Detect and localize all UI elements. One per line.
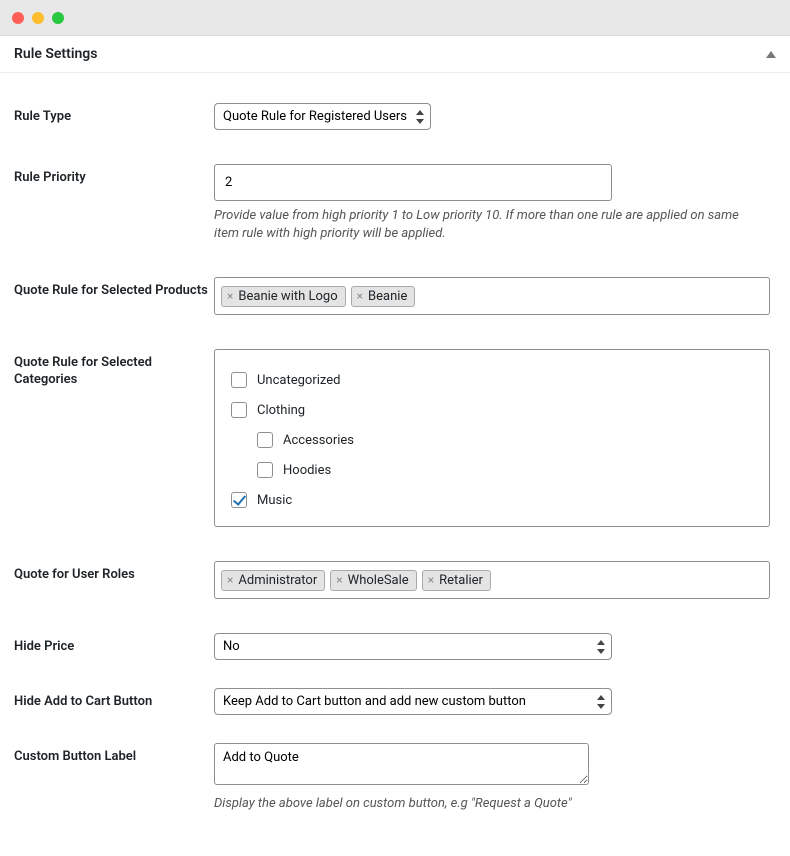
input-rule-priority[interactable]: [214, 164, 612, 201]
label-hide-add-to-cart: Hide Add to Cart Button: [14, 688, 214, 711]
category-item: Accessories: [257, 432, 753, 448]
tag-label: WholeSale: [348, 573, 409, 588]
panel-title: Rule Settings: [14, 46, 97, 62]
checkbox-category[interactable]: [231, 402, 247, 418]
category-label: Uncategorized: [257, 373, 340, 388]
minimize-window-button[interactable]: [32, 12, 44, 24]
tag-role[interactable]: × Retalier: [422, 570, 491, 591]
collapse-toggle-icon[interactable]: [766, 51, 776, 58]
label-rule-priority: Rule Priority: [14, 164, 214, 187]
close-window-button[interactable]: [12, 12, 24, 24]
category-item: Music: [231, 492, 753, 508]
remove-tag-icon[interactable]: ×: [428, 574, 434, 586]
maximize-window-button[interactable]: [52, 12, 64, 24]
label-selected-products: Quote Rule for Selected Products: [14, 277, 214, 300]
tag-product[interactable]: × Beanie with Logo: [221, 286, 346, 307]
remove-tag-icon[interactable]: ×: [227, 290, 233, 302]
category-label: Accessories: [283, 433, 354, 448]
category-label: Clothing: [257, 403, 305, 418]
help-rule-priority: Provide value from high priority 1 to Lo…: [214, 207, 754, 243]
help-custom-button-label: Display the above label on custom button…: [214, 795, 754, 813]
traffic-lights: [12, 12, 64, 24]
label-rule-type: Rule Type: [14, 103, 214, 126]
label-selected-categories: Quote Rule for Selected Categories: [14, 349, 214, 389]
checkbox-category[interactable]: [231, 492, 247, 508]
tag-label: Administrator: [238, 573, 317, 588]
select-hide-price[interactable]: No: [214, 633, 612, 660]
row-rule-type: Rule Type Quote Rule for Registered User…: [14, 103, 776, 130]
checkbox-category[interactable]: [257, 462, 273, 478]
category-label: Hoodies: [283, 463, 331, 478]
select-rule-type[interactable]: Quote Rule for Registered Users: [214, 103, 431, 130]
row-selected-categories: Quote Rule for Selected Categories Uncat…: [14, 349, 776, 527]
tagbox-user-roles[interactable]: × Administrator × WholeSale × Retalier: [214, 561, 770, 599]
tag-label: Beanie: [368, 289, 407, 304]
window-titlebar: [0, 0, 790, 36]
remove-tag-icon[interactable]: ×: [357, 290, 363, 302]
checkbox-category[interactable]: [257, 432, 273, 448]
label-hide-price: Hide Price: [14, 633, 214, 656]
tag-label: Beanie with Logo: [238, 289, 337, 304]
label-user-roles: Quote for User Roles: [14, 561, 214, 584]
category-label: Music: [257, 493, 292, 508]
checkbox-category[interactable]: [231, 372, 247, 388]
category-box: Uncategorized Clothing Accessories Hoodi…: [214, 349, 770, 527]
category-item: Hoodies: [257, 462, 753, 478]
row-selected-products: Quote Rule for Selected Products × Beani…: [14, 277, 776, 315]
tag-role[interactable]: × Administrator: [221, 570, 325, 591]
remove-tag-icon[interactable]: ×: [336, 574, 342, 586]
textarea-custom-button-label[interactable]: [214, 743, 589, 785]
row-custom-button-label: Custom Button Label Display the above la…: [14, 743, 776, 813]
row-hide-add-to-cart: Hide Add to Cart Button Keep Add to Cart…: [14, 688, 776, 715]
tag-label: Retalier: [439, 573, 483, 588]
row-hide-price: Hide Price No: [14, 633, 776, 660]
tag-role[interactable]: × WholeSale: [330, 570, 416, 591]
category-item: Clothing: [231, 402, 753, 418]
category-item: Uncategorized: [231, 372, 753, 388]
form-body: Rule Type Quote Rule for Registered User…: [0, 73, 790, 844]
row-user-roles: Quote for User Roles × Administrator × W…: [14, 561, 776, 599]
remove-tag-icon[interactable]: ×: [227, 574, 233, 586]
tagbox-selected-products[interactable]: × Beanie with Logo × Beanie: [214, 277, 770, 315]
tag-product[interactable]: × Beanie: [351, 286, 416, 307]
select-hide-add-to-cart[interactable]: Keep Add to Cart button and add new cust…: [214, 688, 612, 715]
row-rule-priority: Rule Priority Provide value from high pr…: [14, 164, 776, 243]
label-custom-button-label: Custom Button Label: [14, 743, 214, 766]
panel-header[interactable]: Rule Settings: [0, 36, 790, 73]
